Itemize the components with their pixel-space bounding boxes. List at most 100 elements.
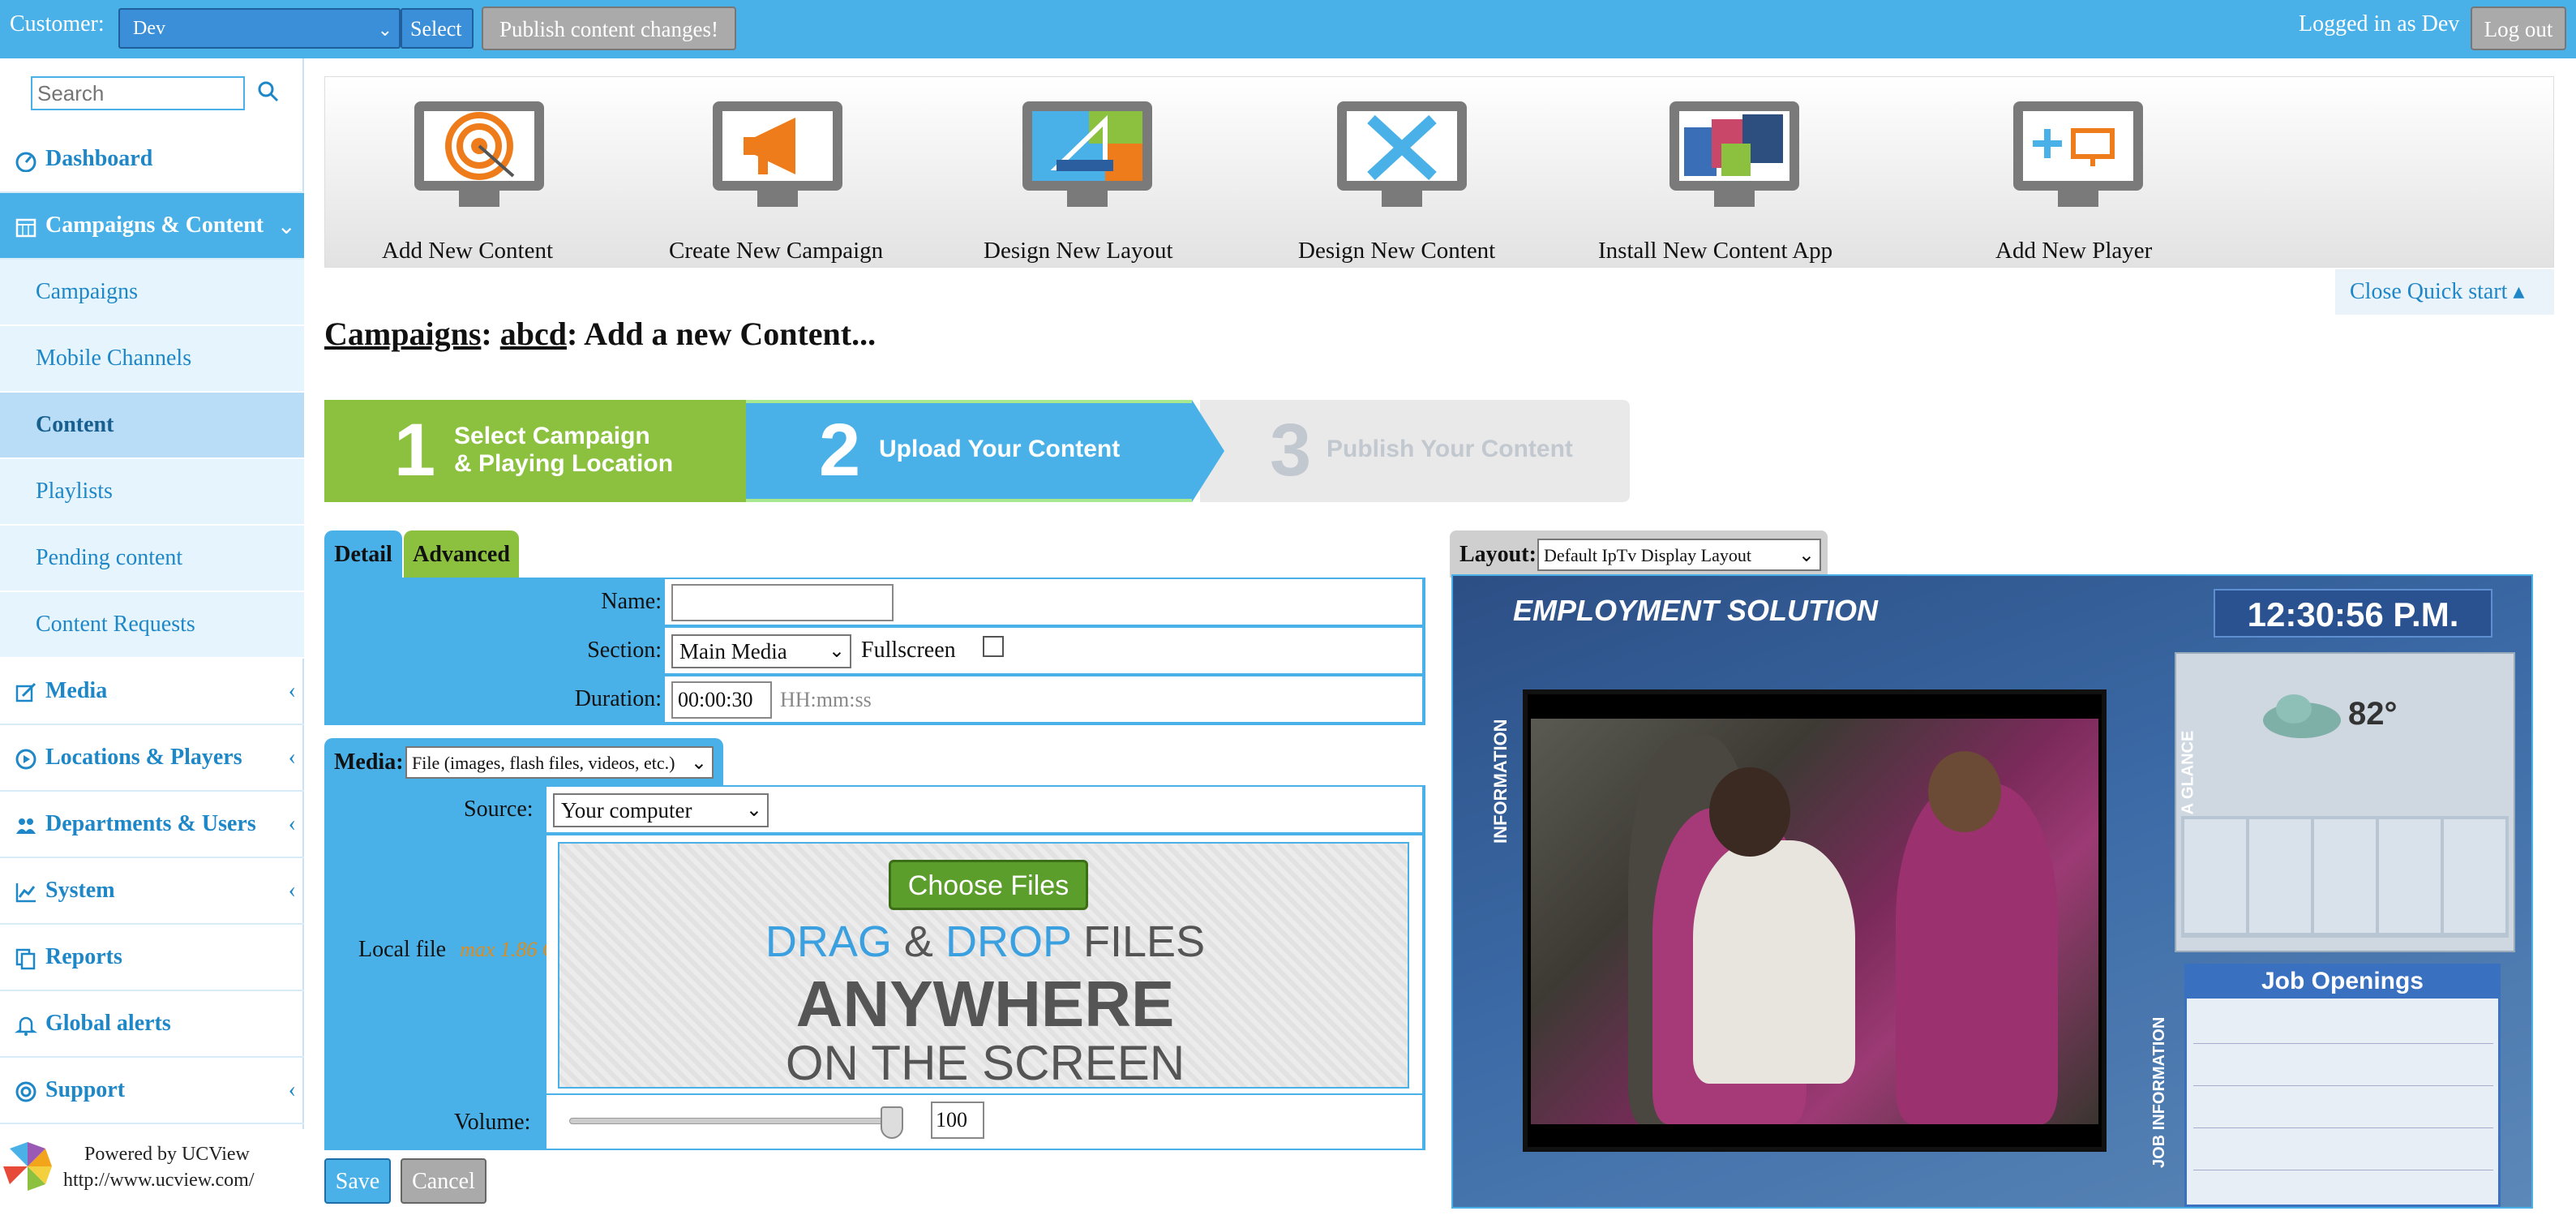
wizard-step-number: 3 <box>1270 409 1312 492</box>
wizard-step-label: Publish Your Content <box>1327 436 1573 462</box>
quickstart-design-new-content[interactable]: Design New Content <box>1282 101 1574 264</box>
volume-slider-thumb[interactable] <box>881 1106 903 1139</box>
file-dropzone[interactable]: Choose Files DRAG & DROP FILES ANYWHERE … <box>558 842 1409 1090</box>
select-customer-button[interactable]: Select <box>401 8 474 49</box>
breadcrumb-campaigns-link[interactable]: Campaigns <box>324 316 481 352</box>
sidebar-item-system[interactable]: System ‹ <box>0 858 304 925</box>
customer-select-value: Dev <box>133 18 165 39</box>
tab-advanced[interactable]: Advanced <box>404 530 519 579</box>
quickstart-label: Create New Campaign <box>669 238 884 264</box>
preview-clock: 12:30:56 P.M. <box>2214 589 2492 638</box>
sidebar-item-label: Locations & Players <box>45 745 242 770</box>
quickstart-label: Add New Player <box>1995 238 2153 264</box>
local-file-label: Local file max 1.86 GB : <box>358 937 582 962</box>
tab-detail[interactable]: Detail <box>324 530 402 579</box>
wizard-arrow <box>1192 400 1224 502</box>
sidebar-item-campaigns-content[interactable]: Campaigns & Content ⌄ <box>0 193 304 260</box>
form-tabs: Detail Advanced <box>324 530 519 579</box>
section-label: Section: <box>587 638 662 663</box>
cancel-button[interactable]: Cancel <box>401 1158 486 1204</box>
sidebar-item-label: Campaigns & Content <box>45 213 264 238</box>
breadcrumb-campaign-link[interactable]: abcd <box>500 316 567 352</box>
duration-input[interactable]: 00:00:30 <box>671 681 772 719</box>
sidebar-item-departments-users[interactable]: Departments & Users ‹ <box>0 792 304 858</box>
name-row: Name: <box>324 578 1425 626</box>
sidebar-subitem-content-requests[interactable]: Content Requests <box>0 592 304 659</box>
sidebar-item-label: Global alerts <box>45 1011 171 1036</box>
chevron-left-icon: ‹ <box>288 678 296 703</box>
preview-temperature: 82° <box>2348 696 2398 732</box>
preview-photo <box>1531 719 2098 1124</box>
source-select[interactable]: Your computer ⌄ <box>553 793 769 827</box>
quickstart-label: Design New Layout <box>984 238 1173 264</box>
logout-button[interactable]: Log out <box>2471 6 2566 50</box>
quickstart-add-new-player[interactable]: Add New Player <box>1955 101 2247 264</box>
sidebar-subitem-campaigns[interactable]: Campaigns <box>0 260 304 326</box>
quickstart-add-new-content[interactable]: Add New Content <box>333 101 625 264</box>
preview-forecast <box>2181 816 2509 938</box>
layout-select[interactable]: Default IpTv Display Layout ⌄ <box>1537 539 1821 571</box>
chevron-left-icon: ‹ <box>288 878 296 903</box>
duration-hint: HH:mm:ss <box>780 688 872 711</box>
sidebar-item-support[interactable]: Support ‹ <box>0 1058 304 1124</box>
local-file-row: Local file max 1.86 GB : Choose Files DR… <box>324 834 1425 1093</box>
sidebar-item-media[interactable]: Media ‹ <box>0 659 304 725</box>
on-the-screen-text: ON THE SCREEN <box>785 1036 1185 1090</box>
sidebar-subitem-pending-content[interactable]: Pending content <box>0 526 304 592</box>
sidebar-item-global-alerts[interactable]: Global alerts <box>0 991 304 1058</box>
chevron-down-icon: ⌄ <box>377 19 392 40</box>
fullscreen-label: Fullscreen <box>861 638 956 663</box>
layout-select-value: Default IpTv Display Layout <box>1544 545 1751 565</box>
media-label: Media: <box>334 749 404 775</box>
detail-form: Name: Section: Main Media ⌄ Fullscreen D… <box>324 578 1425 725</box>
sidebar-item-locations-players[interactable]: Locations & Players ‹ <box>0 725 304 792</box>
sidebar: Dashboard Campaigns & Content ⌄ Campaign… <box>0 58 304 1129</box>
volume-slider-track[interactable] <box>569 1118 892 1124</box>
page-title: : Add a new Content... <box>566 316 877 352</box>
search-icon[interactable] <box>256 79 281 104</box>
quickstart-create-new-campaign[interactable]: Create New Campaign <box>649 101 941 264</box>
duration-row: Duration: 00:00:30 HH:mm:ss <box>324 675 1425 724</box>
publish-content-changes-button[interactable]: Publish content changes! <box>482 6 736 50</box>
source-row: Source: Your computer ⌄ <box>324 785 1425 834</box>
quickstart-install-new-content-app[interactable]: Install New Content App <box>1598 101 1939 264</box>
logged-in-label: Logged in as Dev <box>2299 11 2460 37</box>
media-type-select[interactable]: File (images, flash files, videos, etc.)… <box>405 746 714 779</box>
name-input[interactable] <box>671 584 894 621</box>
preview-jobs-title: Job Openings <box>2187 966 2498 999</box>
chevron-down-icon: ⌄ <box>276 214 296 239</box>
duration-label: Duration: <box>574 686 662 711</box>
preview-jobs-zone: Job Openings <box>2184 964 2501 1207</box>
fullscreen-checkbox[interactable] <box>983 636 1004 657</box>
chevron-down-icon: ⌄ <box>745 800 762 821</box>
sidebar-item-reports[interactable]: Reports <box>0 925 304 991</box>
breadcrumb: Campaigns: abcd: Add a new Content... <box>324 315 876 353</box>
chevron-down-icon: ⌄ <box>828 641 845 662</box>
dashboard-icon <box>15 152 36 172</box>
save-button[interactable]: Save <box>324 1158 391 1204</box>
quickstart-design-new-layout[interactable]: Design New Layout <box>966 101 1258 264</box>
choose-files-button[interactable]: Choose Files <box>889 860 1088 910</box>
preview-weather-zone: AT A GLANCE 82° <box>2175 652 2515 952</box>
search-input[interactable] <box>31 76 245 110</box>
volume-row: Volume: 100 <box>324 1093 1425 1150</box>
volume-input[interactable]: 100 <box>931 1102 984 1139</box>
cloud-icon <box>2263 694 2341 738</box>
section-select[interactable]: Main Media ⌄ <box>671 634 851 668</box>
sidebar-subitem-mobile-channels[interactable]: Mobile Channels <box>0 326 304 393</box>
wizard-step-number: 1 <box>394 409 436 492</box>
sidebar-item-dashboard[interactable]: Dashboard <box>0 127 304 193</box>
close-quick-start-label: Close Quick start <box>2350 279 2508 304</box>
edit-icon <box>15 682 36 702</box>
sidebar-subitem-playlists[interactable]: Playlists <box>0 459 304 526</box>
close-quick-start-link[interactable]: Close Quick start ▴ <box>2335 269 2554 315</box>
chevron-down-icon: ⌄ <box>1798 545 1815 566</box>
customer-select[interactable]: Dev ⌄ <box>118 8 401 49</box>
breadcrumb-separator: : <box>481 316 500 352</box>
section-select-value: Main Media <box>679 639 787 664</box>
quickstart-label: Install New Content App <box>1598 238 1833 264</box>
powered-by-url[interactable]: http://www.ucview.com/ <box>63 1170 255 1192</box>
chevron-left-icon: ‹ <box>288 745 296 770</box>
sidebar-subitem-content[interactable]: Content <box>0 393 304 459</box>
wizard-step-2: 2 Upload Your Content <box>746 400 1192 502</box>
